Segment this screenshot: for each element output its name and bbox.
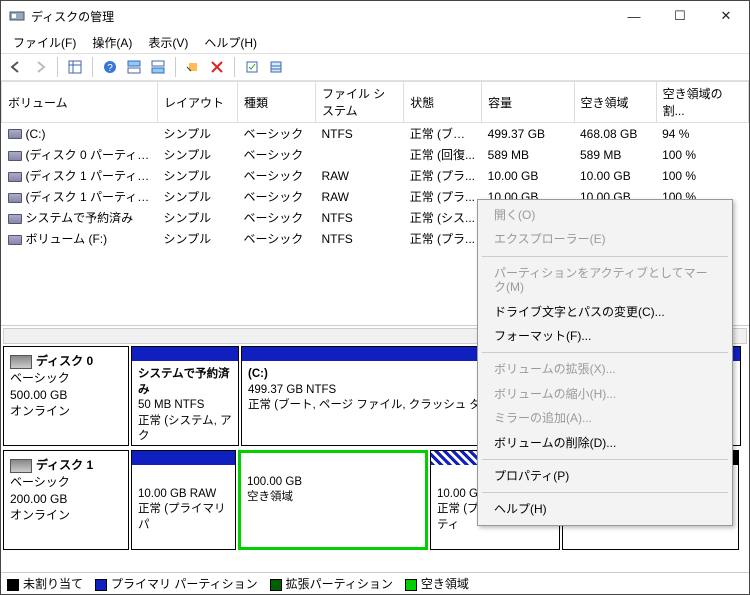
disk-header[interactable]: ディスク 1ベーシック200.00 GBオンライン [3, 450, 129, 550]
menu-item[interactable]: フォーマット(F)... [480, 324, 730, 348]
menu-item: パーティションをアクティブとしてマーク(M) [480, 261, 730, 300]
disk-icon [10, 459, 32, 473]
help-icon[interactable]: ? [99, 56, 121, 78]
partition-body: 100.00 GB空き領域 [241, 453, 425, 547]
table-row[interactable]: (C:)シンプルベーシックNTFS正常 (ブート...499.37 GB468.… [2, 123, 749, 145]
view-bottom-icon[interactable] [147, 56, 169, 78]
minimize-button[interactable]: — [611, 1, 657, 31]
menu-item[interactable]: プロパティ(P) [480, 464, 730, 488]
list-icon[interactable] [265, 56, 287, 78]
window-title: ディスクの管理 [31, 8, 114, 25]
menu-item[interactable]: ドライブ文字とパスの変更(C)... [480, 300, 730, 324]
back-button[interactable] [5, 56, 27, 78]
legend-primary: プライマリ パーティション [111, 577, 258, 591]
col-fs[interactable]: ファイル システム [315, 82, 403, 123]
volume-icon [8, 235, 22, 245]
col-free[interactable]: 空き領域 [574, 82, 656, 123]
action-icon[interactable] [182, 56, 204, 78]
partition-body: 10.00 GB RAW正常 (プライマリ パ [132, 465, 235, 549]
table-row[interactable]: (ディスク 1 パーティシ...シンプルベーシックRAW正常 (プラ...10.… [2, 165, 749, 186]
legend: 未割り当て プライマリ パーティション 拡張パーティション 空き領域 [1, 572, 749, 594]
partition[interactable]: 10.00 GB RAW正常 (プライマリ パ [131, 450, 236, 550]
legend-unalloc: 未割り当て [23, 577, 83, 591]
col-status[interactable]: 状態 [404, 82, 482, 123]
menu-item: エクスプローラー(E) [480, 227, 730, 251]
column-headers[interactable]: ボリューム レイアウト 種類 ファイル システム 状態 容量 空き領域 空き領域… [2, 82, 749, 123]
menu-item: ミラーの追加(A)... [480, 406, 730, 430]
menu-view[interactable]: 表示(V) [142, 32, 194, 53]
partition[interactable]: システムで予約済み50 MB NTFS正常 (システム, アク [131, 346, 239, 446]
menubar: ファイル(F) 操作(A) 表示(V) ヘルプ(H) [1, 31, 749, 53]
col-volume[interactable]: ボリューム [2, 82, 158, 123]
volume-icon [8, 129, 22, 139]
volume-icon [8, 193, 22, 203]
disk-icon [10, 355, 32, 369]
view-top-icon[interactable] [123, 56, 145, 78]
menu-item[interactable]: ヘルプ(H) [480, 497, 730, 521]
partition[interactable]: 100.00 GB空き領域 [238, 450, 428, 550]
checklist-icon[interactable] [241, 56, 263, 78]
menu-action[interactable]: 操作(A) [86, 32, 138, 53]
svg-text:?: ? [107, 63, 113, 74]
menu-item[interactable]: ボリュームの削除(D)... [480, 431, 730, 455]
app-icon [9, 8, 25, 24]
disk-management-window: ディスクの管理 — ☐ ✕ ファイル(F) 操作(A) 表示(V) ヘルプ(H)… [0, 0, 750, 595]
volume-icon [8, 214, 22, 224]
volume-icon [8, 172, 22, 182]
maximize-button[interactable]: ☐ [657, 1, 703, 31]
volume-icon [8, 151, 22, 161]
titlebar: ディスクの管理 — ☐ ✕ [1, 1, 749, 31]
menu-item: ボリュームの縮小(H)... [480, 382, 730, 406]
view-list-icon[interactable] [64, 56, 86, 78]
partition-body: システムで予約済み50 MB NTFS正常 (システム, アク [132, 361, 238, 445]
toolbar: ? [1, 53, 749, 81]
menu-help[interactable]: ヘルプ(H) [198, 32, 263, 53]
menu-file[interactable]: ファイル(F) [7, 32, 82, 53]
close-button[interactable]: ✕ [703, 1, 749, 31]
delete-icon[interactable] [206, 56, 228, 78]
col-capacity[interactable]: 容量 [482, 82, 574, 123]
col-type[interactable]: 種類 [237, 82, 315, 123]
menu-item: 開く(O) [480, 203, 730, 227]
context-menu[interactable]: 開く(O)エクスプローラー(E) パーティションをアクティブとしてマーク(M)ドラ… [477, 199, 733, 526]
table-row[interactable]: (ディスク 0 パーティシ...シンプルベーシック正常 (回復...589 MB… [2, 144, 749, 165]
forward-button[interactable] [29, 56, 51, 78]
col-freeratio[interactable]: 空き領域の割... [656, 82, 748, 123]
legend-ext: 拡張パーティション [286, 577, 393, 591]
legend-free: 空き領域 [421, 577, 469, 591]
menu-item: ボリュームの拡張(X)... [480, 357, 730, 381]
disk-header[interactable]: ディスク 0ベーシック500.00 GBオンライン [3, 346, 129, 446]
col-layout[interactable]: レイアウト [157, 82, 237, 123]
